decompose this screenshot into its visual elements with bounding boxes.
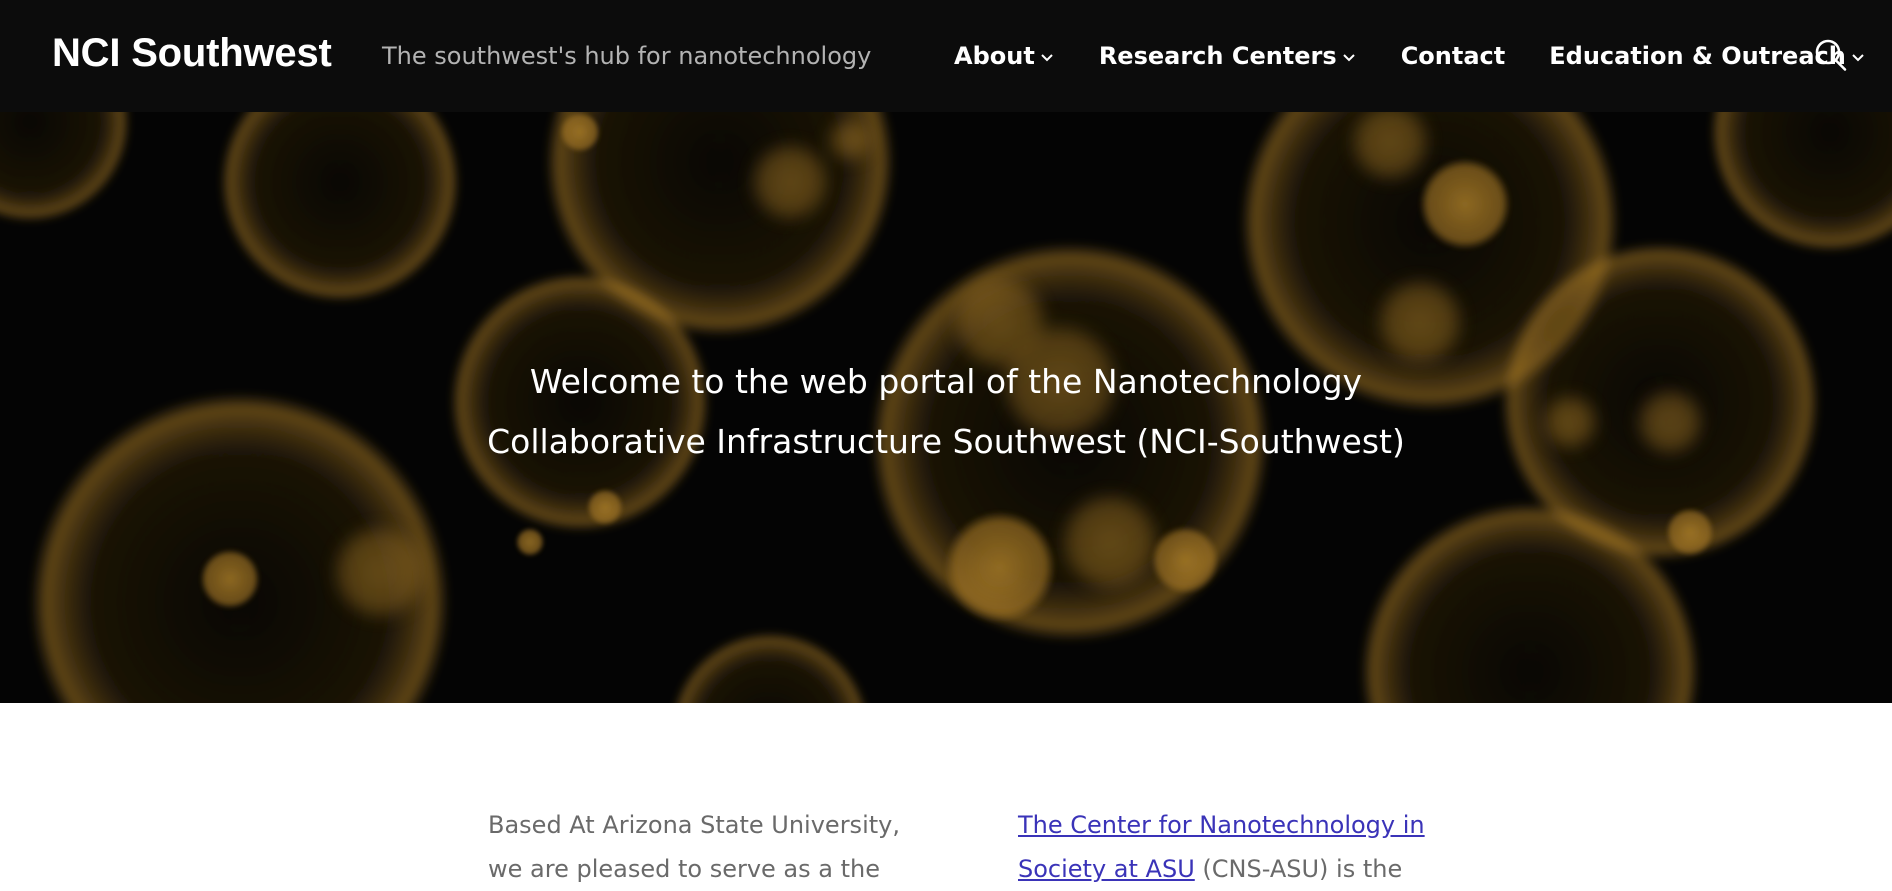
search-icon — [1815, 39, 1847, 71]
paragraph-line: Based At Arizona State University, — [488, 811, 900, 839]
site-title[interactable]: NCI Southwest — [52, 31, 332, 76]
chevron-down-icon — [1041, 54, 1053, 62]
cns-asu-link-continued[interactable]: Society at ASU — [1018, 855, 1195, 883]
paragraph-line: we are pleased to serve as a the — [488, 855, 880, 883]
intro-column-left: Based At Arizona State University, we ar… — [488, 803, 908, 891]
nav-item-label: Research Centers — [1098, 42, 1337, 70]
chevron-down-icon — [1852, 54, 1864, 62]
nav-item-label: Contact — [1400, 42, 1506, 70]
nav-item-about[interactable]: About — [954, 42, 1055, 70]
chevron-down-icon — [1342, 54, 1355, 62]
search-button[interactable] — [1814, 37, 1848, 73]
nav-item-label: Education & Outreach — [1549, 42, 1846, 70]
paragraph-text: (CNS-ASU) is the — [1194, 855, 1403, 883]
main-nav: About Research Centers Contact Education… — [954, 38, 1866, 74]
hero-heading: Welcome to the web portal of the Nanotec… — [446, 352, 1446, 472]
hero-heading-line-1: Welcome to the web portal of the Nanotec… — [529, 362, 1363, 401]
intro-column-right: The Center for Nanotechnology in Society… — [1018, 803, 1438, 891]
cns-asu-link[interactable]: The Center for Nanotechnology in — [1018, 811, 1425, 839]
site-tagline: The southwest's hub for nanotechnology — [382, 42, 872, 70]
hero-banner: Welcome to the web portal of the Nanotec… — [0, 112, 1892, 703]
nav-item-research-centers[interactable]: Research Centers — [1099, 42, 1357, 70]
nav-item-label: About — [954, 42, 1035, 70]
intro-content: Based At Arizona State University, we ar… — [0, 703, 1892, 883]
hero-heading-line-2: Collaborative Infrastructure Southwest (… — [487, 422, 1405, 461]
nav-item-contact[interactable]: Contact — [1401, 42, 1506, 70]
site-header: NCI Southwest The southwest's hub for na… — [0, 0, 1892, 112]
